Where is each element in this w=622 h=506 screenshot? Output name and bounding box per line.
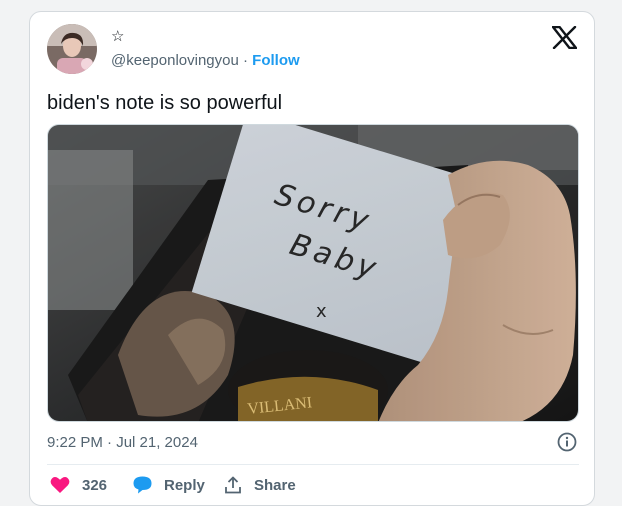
info-icon[interactable] [557, 432, 577, 452]
divider [47, 464, 579, 465]
tweet-text: biden's note is so powerful [47, 92, 283, 114]
user-handle[interactable]: @keeponlovingyou [111, 52, 239, 69]
x-logo-icon[interactable] [551, 25, 578, 50]
reply-label: Reply [164, 476, 205, 494]
reply-button[interactable]: Reply [133, 474, 205, 496]
like-button[interactable]: 326 [50, 474, 107, 496]
share-button[interactable]: Share [224, 474, 296, 496]
tweet-timestamp[interactable]: 9:22 PM · Jul 21, 2024 [47, 434, 198, 451]
tweet-card: ☆ @keeponlovingyou · Follow biden's note… [29, 11, 595, 506]
speech-bubble-icon [133, 476, 152, 494]
action-bar: 326 Reply Share [47, 474, 579, 496]
share-upload-icon [225, 476, 241, 494]
handle-row: @keeponlovingyou · Follow [111, 52, 300, 69]
heart-icon [50, 477, 70, 493]
separator: · [238, 52, 253, 69]
tweet-image[interactable]: VILLANI Sorry Baby x [47, 124, 579, 422]
display-name-badge: ☆ [111, 28, 125, 45]
avatar[interactable] [47, 24, 97, 74]
follow-button[interactable]: Follow [252, 52, 300, 69]
share-label: Share [254, 476, 296, 494]
like-count: 326 [82, 476, 108, 494]
